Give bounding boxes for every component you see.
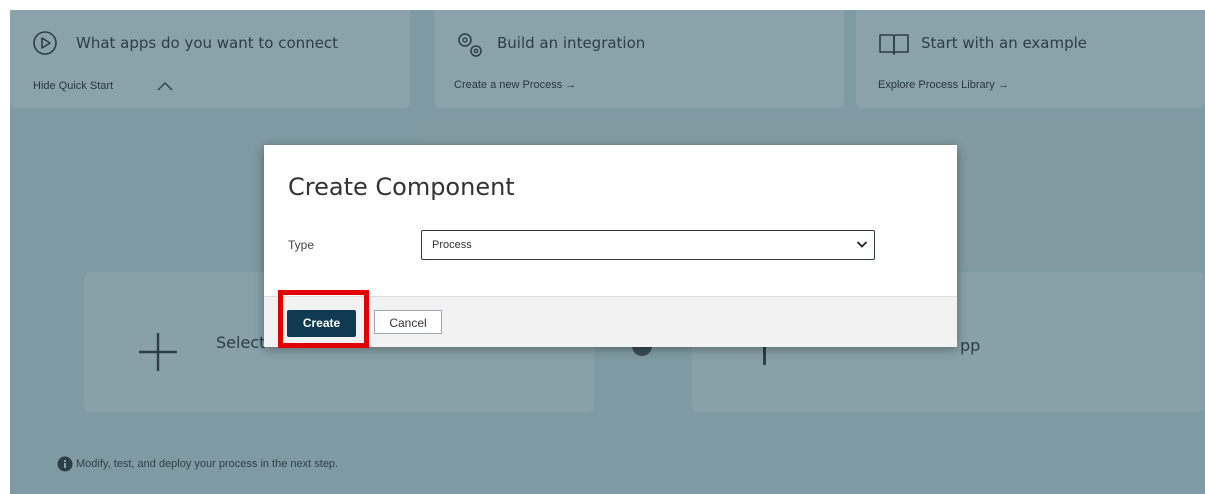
gears-icon xyxy=(458,33,482,57)
target-app-label: pp xyxy=(960,336,981,355)
type-select-value: Process xyxy=(432,239,472,251)
hide-quick-start-link[interactable]: Hide Quick Start xyxy=(33,80,113,92)
open-book-icon xyxy=(879,34,909,55)
quick-start-example-title: Start with an example xyxy=(921,34,1088,52)
explore-process-library-link[interactable]: Explore Process Library → xyxy=(878,79,1009,91)
create-button-highlight xyxy=(278,290,369,348)
quick-start-connect-card xyxy=(10,10,410,108)
play-circle-icon xyxy=(33,31,57,55)
screen: What apps do you want to connect Hide Qu… xyxy=(0,0,1205,494)
type-label: Type xyxy=(288,238,315,252)
dialog-title: Create Component xyxy=(288,173,515,201)
quick-start-example-card[interactable] xyxy=(856,10,1205,108)
quick-start-build-card[interactable] xyxy=(434,10,844,108)
chevron-down-icon xyxy=(856,241,868,248)
create-new-process-link[interactable]: Create a new Process → xyxy=(454,79,576,91)
chevron-up-icon[interactable] xyxy=(156,81,174,91)
source-app-label: Select xyxy=(216,333,266,352)
target-plus-icon xyxy=(763,345,766,365)
quick-start-connect-title: What apps do you want to connect xyxy=(76,34,339,52)
type-select[interactable]: Process xyxy=(421,230,875,260)
cancel-button[interactable]: Cancel xyxy=(374,310,442,334)
next-step-hint: Modify, test, and deploy your process in… xyxy=(76,458,339,470)
plus-icon xyxy=(139,333,177,371)
info-icon xyxy=(57,456,73,472)
quick-start-build-title: Build an integration xyxy=(497,34,646,52)
